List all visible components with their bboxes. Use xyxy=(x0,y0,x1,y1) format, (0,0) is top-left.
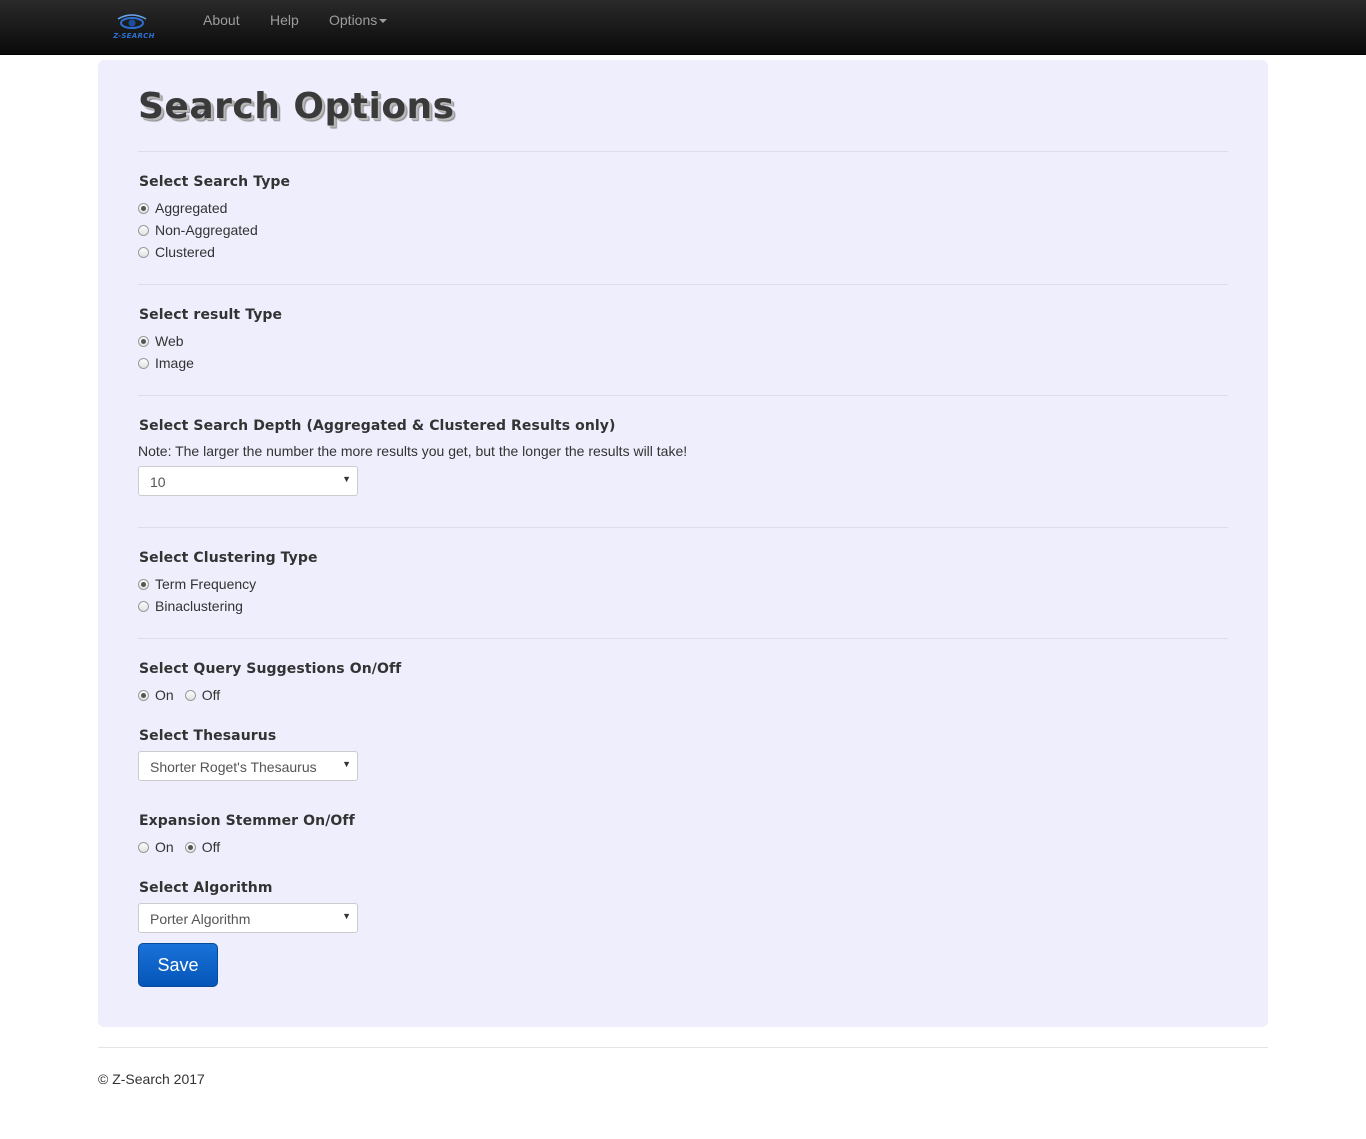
caret-down-icon xyxy=(379,19,388,24)
radio-suggestions-on[interactable] xyxy=(138,689,149,701)
result-type-label: Select result Type xyxy=(139,307,283,323)
clustering-option-binaclustering[interactable]: Binaclustering xyxy=(138,596,243,616)
search-depth-note: Note: The larger the number the more res… xyxy=(138,443,688,459)
nav-options-label: Options xyxy=(329,12,378,28)
radio-term-frequency[interactable] xyxy=(138,578,149,590)
options-panel: Search Options Select Search Type Aggreg… xyxy=(98,60,1268,1027)
algorithm-select[interactable]: Porter Algorithm ▼ xyxy=(138,903,358,933)
radio-non-aggregated[interactable] xyxy=(138,224,149,236)
search-type-label: Select Search Type xyxy=(139,174,291,190)
top-navbar: Z-SEARCH About Help Options xyxy=(0,0,1366,55)
page-title: Search Options xyxy=(138,86,455,127)
search-depth-select[interactable]: 10 ▼ xyxy=(138,466,358,496)
thesaurus-select[interactable]: Shorter Roget's Thesaurus ▼ xyxy=(138,751,358,781)
radio-label: Non-Aggregated xyxy=(155,222,258,238)
radio-label: Aggregated xyxy=(155,200,228,216)
dropdown-arrow-icon: ▼ xyxy=(342,759,351,769)
logo-text: Z-SEARCH xyxy=(113,32,155,40)
expansion-stemmer-options: On Off xyxy=(138,837,220,857)
radio-label: Image xyxy=(155,355,194,371)
radio-binaclustering[interactable] xyxy=(138,600,149,612)
algorithm-value: Porter Algorithm xyxy=(150,911,251,927)
query-suggestions-label: Select Query Suggestions On/Off xyxy=(139,661,402,677)
radio-suggestions-off[interactable] xyxy=(184,689,196,701)
nav-help-link[interactable]: Help xyxy=(270,12,299,28)
radio-label: Binaclustering xyxy=(155,598,243,614)
expansion-stemmer-label: Expansion Stemmer On/Off xyxy=(139,813,355,829)
divider xyxy=(138,527,1228,528)
search-type-option-non-aggregated[interactable]: Non-Aggregated xyxy=(138,220,258,240)
radio-label: On xyxy=(155,839,174,855)
radio-label: On xyxy=(155,687,174,703)
footer-divider xyxy=(98,1047,1268,1048)
radio-label: Off xyxy=(201,687,221,703)
radio-label: Off xyxy=(201,839,221,855)
footer-copyright: © Z-Search 2017 xyxy=(98,1071,205,1087)
thesaurus-label: Select Thesaurus xyxy=(139,728,277,744)
nav-options-dropdown[interactable]: Options xyxy=(329,12,388,28)
radio-label: Term Frequency xyxy=(155,576,257,592)
search-type-option-aggregated[interactable]: Aggregated xyxy=(138,198,227,218)
radio-label: Web xyxy=(155,333,184,349)
radio-aggregated[interactable] xyxy=(138,202,149,214)
thesaurus-value: Shorter Roget's Thesaurus xyxy=(150,759,317,775)
result-type-option-web[interactable]: Web xyxy=(138,331,184,351)
radio-label: Clustered xyxy=(155,244,215,260)
eye-logo-icon xyxy=(117,14,147,29)
result-type-option-image[interactable]: Image xyxy=(138,353,194,373)
clustering-type-label: Select Clustering Type xyxy=(139,550,318,566)
dropdown-arrow-icon: ▼ xyxy=(342,474,351,484)
divider xyxy=(138,151,1228,152)
search-depth-label: Select Search Depth (Aggregated & Cluste… xyxy=(139,418,616,434)
clustering-option-term-frequency[interactable]: Term Frequency xyxy=(138,574,256,594)
algorithm-label: Select Algorithm xyxy=(139,880,273,896)
nav-about-link[interactable]: About xyxy=(203,12,240,28)
divider xyxy=(138,284,1228,285)
radio-image[interactable] xyxy=(138,357,149,369)
divider xyxy=(138,395,1228,396)
divider xyxy=(138,638,1228,639)
radio-web[interactable] xyxy=(138,335,149,347)
radio-stemmer-off[interactable] xyxy=(184,841,196,853)
z-search-logo[interactable]: Z-SEARCH xyxy=(110,13,158,43)
save-button[interactable]: Save xyxy=(138,943,218,987)
radio-clustered[interactable] xyxy=(138,246,149,258)
search-type-option-clustered[interactable]: Clustered xyxy=(138,242,215,262)
radio-stemmer-on[interactable] xyxy=(138,841,149,853)
dropdown-arrow-icon: ▼ xyxy=(342,911,351,921)
search-depth-value: 10 xyxy=(150,474,166,490)
query-suggestions-options: On Off xyxy=(138,685,220,705)
